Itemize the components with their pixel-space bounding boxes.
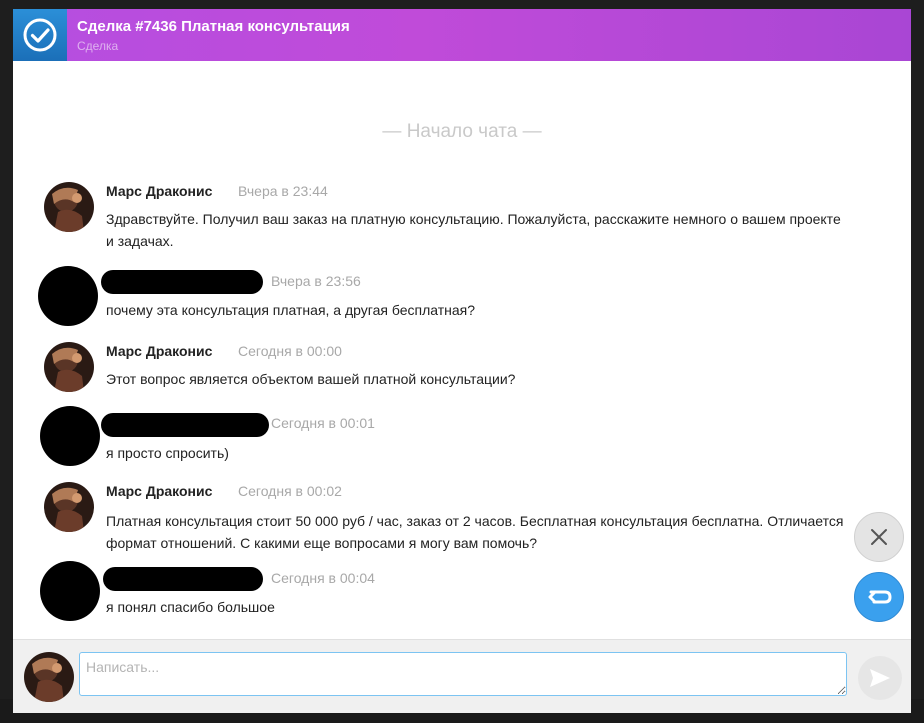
message-time: Вчера в 23:56 (271, 273, 361, 289)
avatar-redacted[interactable] (40, 406, 100, 466)
avatar[interactable] (44, 342, 94, 392)
avatar-redacted[interactable] (40, 561, 100, 621)
message-text: Здравствуйте. Получил ваш заказ на платн… (106, 211, 841, 249)
reply-icon (868, 590, 892, 604)
message-time: Сегодня в 00:01 (271, 415, 375, 431)
author-name-redacted[interactable] (103, 567, 263, 591)
deal-status-icon-box (13, 9, 67, 61)
message-input[interactable] (79, 652, 847, 696)
author-name[interactable]: Марс Драконис (106, 483, 212, 499)
deal-title: Сделка #7436 Платная консультация (77, 18, 350, 35)
avatar[interactable] (44, 182, 94, 232)
avatar[interactable] (44, 482, 94, 532)
author-name[interactable]: Марс Драконис (106, 183, 212, 199)
author-name-redacted[interactable] (101, 413, 269, 437)
close-chat-button[interactable] (854, 512, 904, 562)
message-text: Этот вопрос является объектом вашей плат… (106, 371, 516, 387)
message-text: я понял спасибо большое (106, 599, 275, 615)
deal-subtitle: Сделка (77, 39, 119, 53)
author-name-redacted[interactable] (101, 270, 263, 294)
close-icon (871, 529, 887, 545)
author-name[interactable]: Марс Драконис (106, 343, 212, 359)
message-time: Сегодня в 00:00 (238, 343, 342, 359)
reply-button[interactable] (854, 572, 904, 622)
deal-chat-window: Сделка #7436 Платная консультация Сделка… (13, 9, 911, 713)
send-button[interactable] (858, 656, 902, 700)
message-text: почему эта консультация платная, а друга… (106, 302, 476, 318)
message-text: я просто спросить) (106, 445, 229, 461)
check-circle-icon (23, 18, 57, 52)
send-icon (870, 669, 890, 687)
message-time: Сегодня в 00:02 (238, 483, 342, 499)
message-time: Вчера в 23:44 (238, 183, 328, 199)
message-text: Платная консультация стоит 50 000 руб / … (106, 513, 844, 551)
compose-bar (13, 639, 911, 713)
chat-start-label: — Начало чата — (382, 121, 542, 142)
chat-history[interactable]: — Начало чата — Марс Драконис Вчера в 23… (13, 61, 911, 639)
current-user-avatar (24, 652, 74, 702)
message-time: Сегодня в 00:04 (271, 570, 375, 586)
window-header: Сделка #7436 Платная консультация Сделка (13, 9, 911, 61)
avatar-redacted[interactable] (38, 266, 98, 326)
